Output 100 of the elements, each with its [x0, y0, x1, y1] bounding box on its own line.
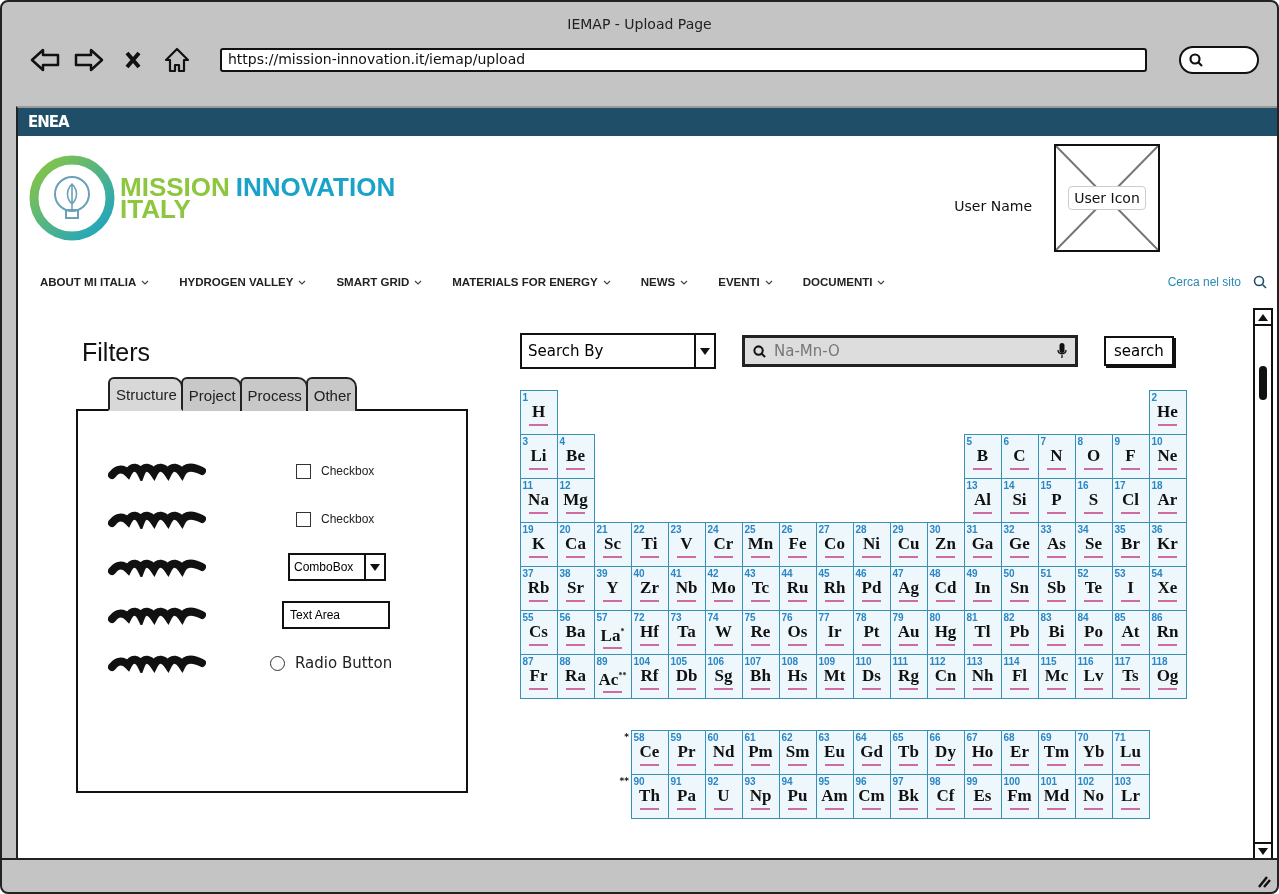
element-tile[interactable]: 65 Tb: [889, 729, 928, 775]
element-tile[interactable]: 43 Tc: [741, 565, 780, 611]
checkbox-square[interactable]: [296, 511, 311, 527]
element-tile[interactable]: 28 Ni: [852, 521, 891, 567]
element-tile[interactable]: 34 Se: [1074, 521, 1113, 567]
element-tile[interactable]: 52 Te: [1074, 565, 1113, 611]
element-tile[interactable]: 111 Rg: [889, 653, 928, 699]
element-tile[interactable]: 94 Pu: [778, 773, 817, 819]
element-tile[interactable]: 85 At: [1111, 609, 1150, 655]
element-tile[interactable]: 41 Nb: [667, 565, 706, 611]
element-tile[interactable]: 66 Dy: [926, 729, 965, 775]
element-tile[interactable]: 47 Ag: [889, 565, 928, 611]
checkbox[interactable]: Checkbox: [282, 511, 375, 527]
nav-menu-item[interactable]: MATERIALS FOR ENERGY: [452, 276, 611, 288]
element-tile[interactable]: 57 La$^{*}$: [593, 609, 632, 655]
nav-menu-item[interactable]: DOCUMENTI: [802, 276, 886, 288]
element-tile[interactable]: 81 Tl: [963, 609, 1002, 655]
element-tile[interactable]: 45 Rh: [815, 565, 854, 611]
element-tile[interactable]: 16 S: [1074, 477, 1113, 523]
element-tile[interactable]: 83 Bi: [1037, 609, 1076, 655]
element-tile[interactable]: 105 Db: [667, 653, 706, 699]
element-tile[interactable]: 84 Po: [1074, 609, 1113, 655]
element-tile[interactable]: 56 Ba: [556, 609, 595, 655]
element-tile[interactable]: 76 Os: [778, 609, 817, 655]
element-tile[interactable]: 112 Cn: [926, 653, 965, 699]
element-tile[interactable]: 48 Cd: [926, 565, 965, 611]
element-tile[interactable]: 13 Al: [963, 477, 1002, 523]
microphone-icon[interactable]: [1057, 343, 1067, 359]
element-tile[interactable]: 96 Cm: [852, 773, 891, 819]
filter-tab[interactable]: Process: [239, 377, 308, 411]
element-tile[interactable]: 12 Mg: [556, 477, 595, 523]
element-tile[interactable]: 108 Hs: [778, 653, 817, 699]
element-tile[interactable]: 49 In: [963, 565, 1002, 611]
element-tile[interactable]: 73 Ta: [667, 609, 706, 655]
element-tile[interactable]: 82 Pb: [1000, 609, 1039, 655]
site-search-field[interactable]: Cerca nel sito: [1167, 275, 1241, 289]
element-tile[interactable]: 117 Ts: [1111, 653, 1150, 699]
element-tile[interactable]: 64 Gd: [852, 729, 891, 775]
element-tile[interactable]: 10 Ne: [1148, 433, 1187, 479]
element-tile[interactable]: 104 Rf: [630, 653, 669, 699]
element-tile[interactable]: 31 Ga: [963, 521, 1002, 567]
element-tile[interactable]: 63 Eu: [815, 729, 854, 775]
element-tile[interactable]: 109 Mt: [815, 653, 854, 699]
element-tile[interactable]: 67 Ho: [963, 729, 1002, 775]
element-tile[interactable]: 79 Au: [889, 609, 928, 655]
element-tile[interactable]: 78 Pt: [852, 609, 891, 655]
nav-menu-item[interactable]: SMART GRID: [336, 276, 423, 288]
element-tile[interactable]: 27 Co: [815, 521, 854, 567]
element-tile[interactable]: 50 Sn: [1000, 565, 1039, 611]
filter-tab[interactable]: Other: [305, 377, 358, 411]
element-tile[interactable]: 22 Ti: [630, 521, 669, 567]
browser-search-field[interactable]: [1179, 46, 1259, 74]
element-tile[interactable]: 59 Pr: [667, 729, 706, 775]
element-tile[interactable]: 36 Kr: [1148, 521, 1187, 567]
element-tile[interactable]: 54 Xe: [1148, 565, 1187, 611]
element-tile[interactable]: 18 Ar: [1148, 477, 1187, 523]
element-tile[interactable]: 114 Fl: [1000, 653, 1039, 699]
element-tile[interactable]: 9 F: [1111, 433, 1150, 479]
checkbox[interactable]: Checkbox: [282, 463, 375, 479]
element-tile[interactable]: 113 Nh: [963, 653, 1002, 699]
element-tile[interactable]: 86 Rn: [1148, 609, 1187, 655]
element-tile[interactable]: 71 Lu: [1111, 729, 1150, 775]
element-tile[interactable]: 89 Ac$^{**}$: [593, 653, 632, 699]
element-tile[interactable]: 70 Yb: [1074, 729, 1113, 775]
element-tile[interactable]: 6 C: [1000, 433, 1039, 479]
element-tile[interactable]: 98 Cf: [926, 773, 965, 819]
search-field[interactable]: Na-Mn-O: [742, 335, 1078, 367]
filter-tab[interactable]: Project: [180, 377, 242, 411]
element-tile[interactable]: 116 Lv: [1074, 653, 1113, 699]
element-tile[interactable]: 68 Er: [1000, 729, 1039, 775]
nav-menu-item[interactable]: NEWS: [640, 276, 689, 288]
element-tile[interactable]: 61 Pm: [741, 729, 780, 775]
element-tile[interactable]: 7 N: [1037, 433, 1076, 479]
element-tile[interactable]: 107 Bh: [741, 653, 780, 699]
element-tile[interactable]: 19 K: [519, 521, 558, 567]
search-button[interactable]: search: [1104, 336, 1174, 366]
scroll-down-button[interactable]: [1255, 842, 1271, 858]
element-tile[interactable]: 75 Re: [741, 609, 780, 655]
search-input[interactable]: Na-Mn-O: [772, 341, 1051, 361]
element-tile[interactable]: 29 Cu: [889, 521, 928, 567]
element-tile[interactable]: 99 Es: [963, 773, 1002, 819]
element-tile[interactable]: 110 Ds: [852, 653, 891, 699]
element-tile[interactable]: 21 Sc: [593, 521, 632, 567]
element-tile[interactable]: 4 Be: [556, 433, 595, 479]
element-tile[interactable]: 69 Tm: [1037, 729, 1076, 775]
address-field[interactable]: https://mission-innovation.it/iemap/upload: [220, 48, 1147, 72]
element-tile[interactable]: 55 Cs: [519, 609, 558, 655]
element-tile[interactable]: 90 Th: [630, 773, 669, 819]
element-tile[interactable]: 23 V: [667, 521, 706, 567]
element-tile[interactable]: 15 P: [1037, 477, 1076, 523]
element-tile[interactable]: 38 Sr: [556, 565, 595, 611]
element-tile[interactable]: 100 Fm: [1000, 773, 1039, 819]
element-tile[interactable]: 91 Pa: [667, 773, 706, 819]
element-tile[interactable]: 14 Si: [1000, 477, 1039, 523]
image-placeholder[interactable]: User Icon: [1054, 144, 1160, 252]
element-tile[interactable]: 20 Ca: [556, 521, 595, 567]
element-tile[interactable]: 46 Pd: [852, 565, 891, 611]
text-area[interactable]: Text Area: [282, 601, 390, 629]
element-tile[interactable]: 8 O: [1074, 433, 1113, 479]
element-tile[interactable]: 77 Ir: [815, 609, 854, 655]
